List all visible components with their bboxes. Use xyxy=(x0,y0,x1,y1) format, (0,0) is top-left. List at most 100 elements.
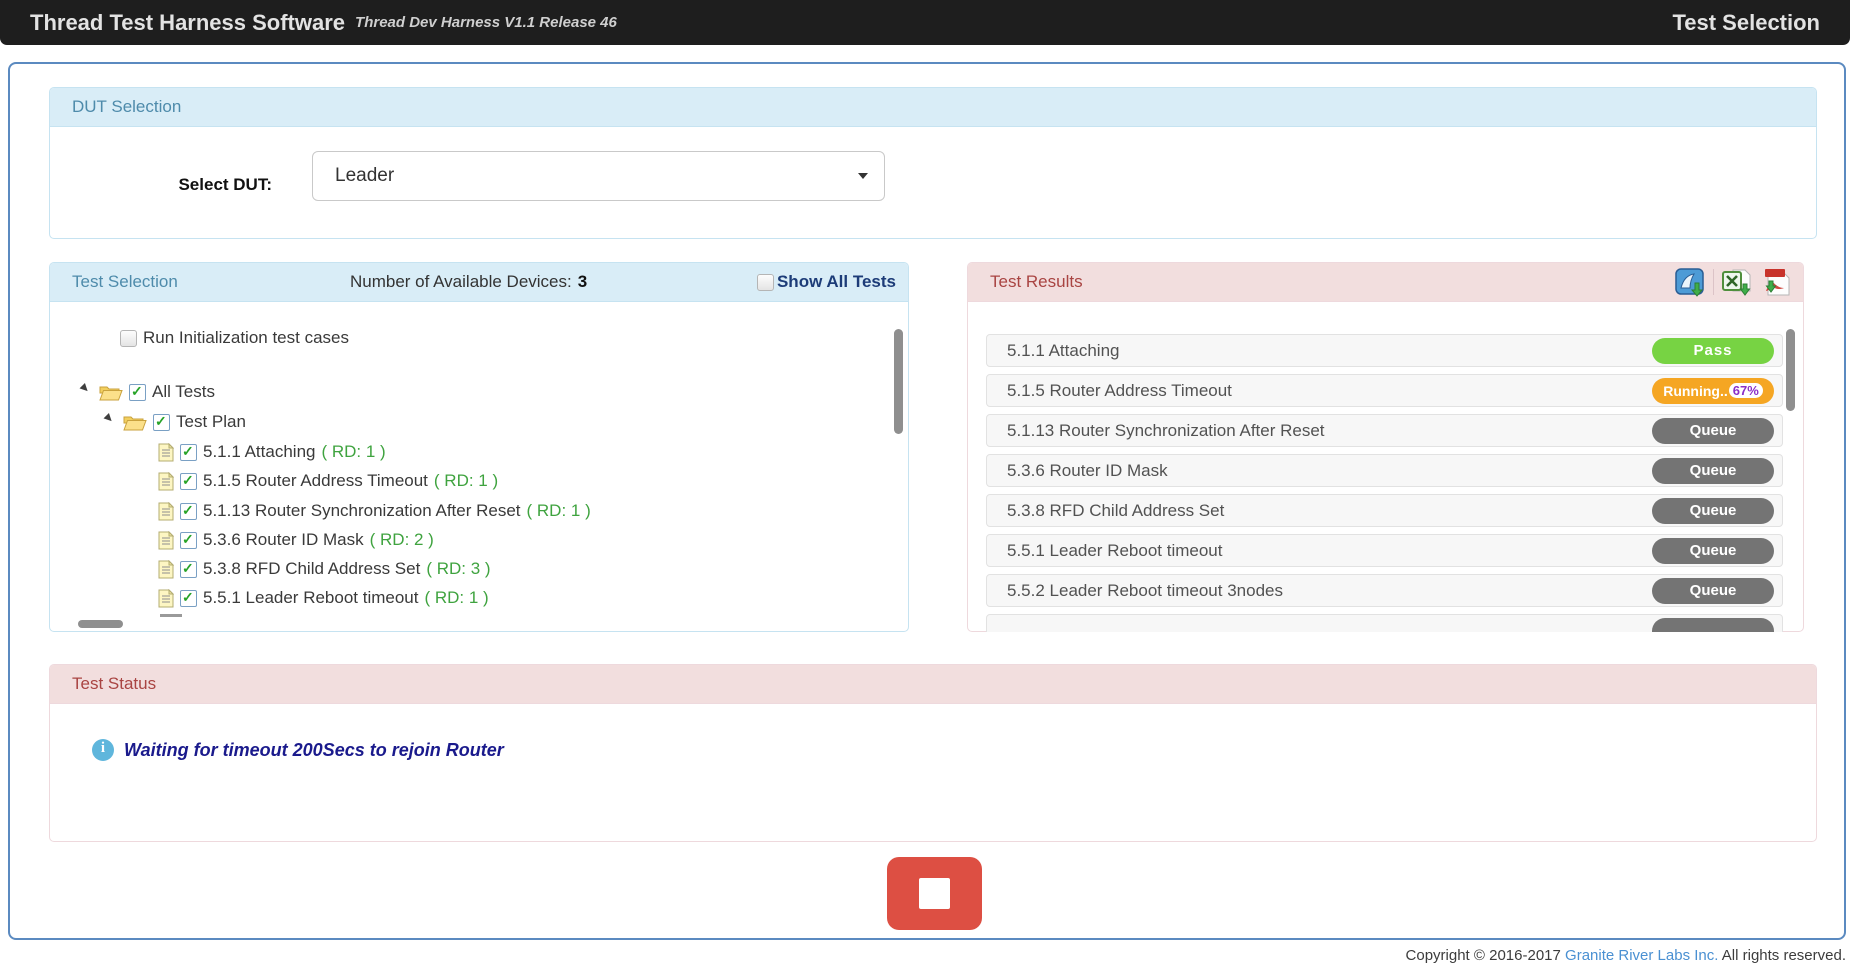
document-icon xyxy=(158,531,174,550)
available-devices-label: Number of Available Devices: 3 xyxy=(350,263,587,301)
tree-checkbox-all-tests[interactable] xyxy=(129,384,146,401)
dut-selection-title: DUT Selection xyxy=(72,97,181,117)
test-selection-body: Run Initialization test cases All Tests xyxy=(50,302,908,632)
tree-checkbox[interactable] xyxy=(180,473,197,490)
test-status-header: Test Status xyxy=(50,665,1816,704)
tree-node-test-plan[interactable]: Test Plan xyxy=(105,412,246,432)
tree-test-label: 5.1.13 Router Synchronization After Rese… xyxy=(203,501,521,521)
clipped-tree-row xyxy=(160,614,182,617)
footer-copyright: Copyright © 2016-2017 Granite River Labs… xyxy=(1406,947,1846,964)
result-label: 5.1.5 Router Address Timeout xyxy=(1007,381,1232,401)
result-row[interactable]: 5.5.2 Leader Reboot timeout 3nodes Queue xyxy=(986,574,1783,607)
tree-expand-icon[interactable] xyxy=(81,386,93,398)
tree-checkbox[interactable] xyxy=(180,444,197,461)
main-container: DUT Selection Select DUT: Leader Test Se… xyxy=(8,62,1846,940)
toolbar-divider xyxy=(1713,269,1714,295)
result-row[interactable]: 5.1.1 Attaching Pass xyxy=(986,334,1783,367)
dut-select-dropdown[interactable]: Leader xyxy=(312,151,885,201)
copyright-prefix: Copyright © 2016-2017 xyxy=(1406,947,1561,964)
tree-test-label: 5.1.5 Router Address Timeout xyxy=(203,471,428,491)
tree-leaf-test[interactable]: 5.1.13 Router Synchronization After Rese… xyxy=(158,501,591,521)
wireshark-export-icon[interactable] xyxy=(1675,268,1706,297)
pdf-export-icon[interactable] xyxy=(1759,267,1793,297)
tree-label-all-tests: All Tests xyxy=(152,382,215,402)
horizontal-scrollbar[interactable] xyxy=(78,620,123,628)
tree-test-rd: ( RD: 1 ) xyxy=(424,588,488,608)
tree-leaf-test[interactable]: 5.3.8 RFD Child Address Set ( RD: 3 ) xyxy=(158,559,491,579)
app-version-subtitle: Thread Dev Harness V1.1 Release 46 xyxy=(355,14,617,31)
tree-node-all-tests[interactable]: All Tests xyxy=(81,382,215,402)
folder-icon xyxy=(123,413,147,432)
show-all-tests-toggle[interactable]: Show All Tests xyxy=(757,263,896,301)
status-message-row: Waiting for timeout 200Secs to rejoin Ro… xyxy=(92,739,504,761)
tree-test-label: 5.3.6 Router ID Mask xyxy=(203,530,364,550)
tree-checkbox[interactable] xyxy=(180,590,197,607)
result-row[interactable]: 5.1.5 Router Address Timeout Running.. 6… xyxy=(986,374,1783,407)
status-badge-queue: Queue xyxy=(1652,538,1774,564)
vertical-scrollbar[interactable] xyxy=(894,329,903,434)
copyright-suffix: All rights reserved. xyxy=(1722,947,1846,964)
run-init-checkbox[interactable] xyxy=(120,330,137,347)
tree-label-test-plan: Test Plan xyxy=(176,412,246,432)
tree-leaf-test[interactable]: 5.1.1 Attaching ( RD: 1 ) xyxy=(158,442,386,462)
tree-checkbox[interactable] xyxy=(180,532,197,549)
status-badge-pass: Pass xyxy=(1652,338,1774,364)
test-results-body: 5.1.1 Attaching Pass 5.1.5 Router Addres… xyxy=(968,302,1803,632)
export-toolbar xyxy=(1675,267,1793,297)
result-label: 5.3.6 Router ID Mask xyxy=(1007,461,1168,481)
result-label: 5.1.13 Router Synchronization After Rese… xyxy=(1007,421,1325,441)
available-devices-count: 3 xyxy=(578,272,587,292)
dut-selection-header: DUT Selection xyxy=(50,88,1816,127)
test-status-title: Test Status xyxy=(72,674,156,694)
result-row[interactable]: 5.3.8 RFD Child Address Set Queue xyxy=(986,494,1783,527)
test-results-title: Test Results xyxy=(990,272,1083,292)
tree-leaf-test[interactable]: 5.3.6 Router ID Mask ( RD: 2 ) xyxy=(158,530,434,550)
status-badge-queue: Queue xyxy=(1652,578,1774,604)
tree-leaf-test[interactable]: 5.5.1 Leader Reboot timeout ( RD: 1 ) xyxy=(158,588,489,608)
result-label: 5.1.1 Attaching xyxy=(1007,341,1119,361)
document-icon xyxy=(158,472,174,491)
result-row[interactable]: 5.5.1 Leader Reboot timeout Queue xyxy=(986,534,1783,567)
document-icon xyxy=(158,589,174,608)
vertical-scrollbar[interactable] xyxy=(1786,329,1795,411)
tree-expand-icon[interactable] xyxy=(105,416,117,428)
stop-button[interactable] xyxy=(887,857,982,930)
stop-icon xyxy=(919,878,950,909)
tree-test-label: 5.3.8 RFD Child Address Set xyxy=(203,559,420,579)
result-label: 5.3.8 RFD Child Address Set xyxy=(1007,501,1224,521)
dut-selection-body: Select DUT: Leader xyxy=(50,127,1816,238)
test-status-panel: Test Status Waiting for timeout 200Secs … xyxy=(49,664,1817,842)
tree-test-label: 5.1.1 Attaching xyxy=(203,442,315,462)
test-selection-title: Test Selection xyxy=(72,272,178,292)
clipped-result-row xyxy=(986,614,1783,632)
result-row[interactable]: 5.3.6 Router ID Mask Queue xyxy=(986,454,1783,487)
current-page-title: Test Selection xyxy=(1672,10,1820,36)
tree-leaf-test[interactable]: 5.1.5 Router Address Timeout ( RD: 1 ) xyxy=(158,471,498,491)
tree-checkbox[interactable] xyxy=(180,561,197,578)
run-init-row[interactable]: Run Initialization test cases xyxy=(120,328,349,348)
test-results-panel: Test Results xyxy=(967,262,1804,632)
tree-test-label: 5.5.1 Leader Reboot timeout xyxy=(203,588,418,608)
app-header: Thread Test Harness Software Thread Dev … xyxy=(0,0,1850,45)
status-badge-queue: Queue xyxy=(1652,458,1774,484)
status-badge-running: Running.. 67% xyxy=(1652,378,1774,404)
tree-test-rd: ( RD: 3 ) xyxy=(426,559,490,579)
dut-selection-panel: DUT Selection Select DUT: Leader xyxy=(49,87,1817,239)
show-all-tests-checkbox[interactable] xyxy=(757,274,774,291)
tree-test-rd: ( RD: 1 ) xyxy=(321,442,385,462)
result-row[interactable]: 5.1.13 Router Synchronization After Rese… xyxy=(986,414,1783,447)
test-selection-panel: Test Selection Number of Available Devic… xyxy=(49,262,909,632)
tree-checkbox-test-plan[interactable] xyxy=(153,414,170,431)
document-icon xyxy=(158,560,174,579)
select-dut-label: Select DUT: xyxy=(110,175,272,195)
tree-test-rd: ( RD: 2 ) xyxy=(370,530,434,550)
status-badge-queue: Queue xyxy=(1652,418,1774,444)
progress-percent: 67% xyxy=(1729,383,1763,398)
test-status-body: Waiting for timeout 200Secs to rejoin Ro… xyxy=(50,704,1816,842)
tree-checkbox[interactable] xyxy=(180,503,197,520)
granite-river-labs-link[interactable]: Granite River Labs Inc. xyxy=(1565,947,1718,964)
document-icon xyxy=(158,502,174,521)
test-results-header: Test Results xyxy=(968,263,1803,302)
result-label: 5.5.1 Leader Reboot timeout xyxy=(1007,541,1222,561)
excel-export-icon[interactable] xyxy=(1721,268,1752,297)
